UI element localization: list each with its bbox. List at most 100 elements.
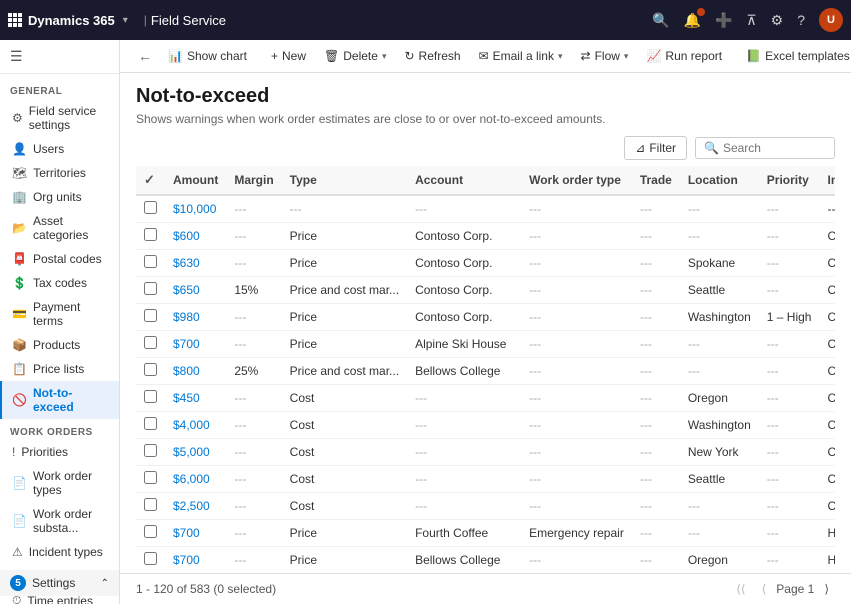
cell-amount[interactable]: $800 [165,358,226,385]
cell-amount[interactable]: $6,000 [165,466,226,493]
th-trade[interactable]: Trade [632,166,680,195]
filter-button[interactable]: ⊿ Filter [624,136,687,160]
cell-checkbox[interactable] [136,547,165,574]
table-row[interactable]: $10,000 --- --- --- --- --- --- --- --- [136,195,835,223]
back-button[interactable]: ← [132,44,158,68]
table-row[interactable]: $2,500 --- Cost --- --- --- --- --- Cool… [136,493,835,520]
sidebar-item-asset-categories[interactable]: 📂Asset categories [0,209,119,247]
search-input[interactable] [723,141,826,155]
cell-amount[interactable]: $700 [165,331,226,358]
excel-templates-button[interactable]: 📗 Excel templates ▾ [738,45,851,67]
app-logo[interactable]: Dynamics 365 ▾ [8,13,128,28]
amount-link[interactable]: $10,000 [173,202,216,216]
sidebar-item-tax-codes[interactable]: 💲Tax codes [0,271,119,295]
table-row[interactable]: $700 --- Price Alpine Ski House --- --- … [136,331,835,358]
row-checkbox[interactable] [144,471,157,484]
settings-icon[interactable]: ⚙ [771,12,784,29]
cell-amount[interactable]: $700 [165,520,226,547]
next-page-button[interactable]: ⟩ [818,580,835,598]
sidebar-item-users[interactable]: 👤Users [0,137,119,161]
th-type[interactable]: Type [282,166,407,195]
cell-amount[interactable]: $2,500 [165,493,226,520]
cell-checkbox[interactable] [136,493,165,520]
sidebar-item-products[interactable]: 📦Products [0,333,119,357]
table-row[interactable]: $6,000 --- Cost --- --- --- Seattle --- … [136,466,835,493]
sidebar-item-not-to-exceed[interactable]: 🚫Not-to-exceed [0,381,119,419]
th-incident-type[interactable]: Incident type ↓ [819,166,835,195]
cell-checkbox[interactable] [136,520,165,547]
cell-checkbox[interactable] [136,358,165,385]
row-checkbox[interactable] [144,255,157,268]
sidebar-item-territories[interactable]: 🗺Territories [0,161,119,185]
new-button[interactable]: + New [263,45,314,67]
sidebar-item-org-units[interactable]: 🏢Org units [0,185,119,209]
row-checkbox[interactable] [144,444,157,457]
sidebar-item-priorities[interactable]: !Priorities [0,440,119,464]
cell-checkbox[interactable] [136,466,165,493]
amount-link[interactable]: $6,000 [173,472,210,486]
add-icon[interactable]: ➕ [715,12,732,29]
amount-link[interactable]: $650 [173,283,200,297]
table-row[interactable]: $700 --- Price Bellows College --- --- O… [136,547,835,574]
cell-amount[interactable]: $10,000 [165,195,226,223]
sidebar-item-incident-types[interactable]: ⚠Incident types [0,540,119,564]
cell-checkbox[interactable] [136,250,165,277]
cell-amount[interactable]: $650 [165,277,226,304]
cell-checkbox[interactable] [136,385,165,412]
table-row[interactable]: $980 --- Price Contoso Corp. --- --- Was… [136,304,835,331]
amount-link[interactable]: $2,500 [173,499,210,513]
cell-checkbox[interactable] [136,277,165,304]
cell-checkbox[interactable] [136,412,165,439]
row-checkbox[interactable] [144,363,157,376]
sidebar-item-payment-terms[interactable]: 💳Payment terms [0,295,119,333]
prev-page-button[interactable]: ⟨ [756,580,773,598]
row-checkbox[interactable] [144,282,157,295]
amount-link[interactable]: $700 [173,526,200,540]
sidebar-item-work-order-substatus[interactable]: 📄Work order substa... [0,502,119,540]
cell-checkbox[interactable] [136,195,165,223]
module-name[interactable]: Field Service [151,13,226,28]
table-row[interactable]: $600 --- Price Contoso Corp. --- --- ---… [136,223,835,250]
cell-checkbox[interactable] [136,304,165,331]
hamburger-icon[interactable]: ☰ [10,48,23,65]
sidebar-item-price-lists[interactable]: 📋Price lists [0,357,119,381]
cell-checkbox[interactable] [136,331,165,358]
table-row[interactable]: $800 25% Price and cost mar... Bellows C… [136,358,835,385]
row-checkbox[interactable] [144,201,157,214]
search-box[interactable]: 🔍 [695,137,835,159]
run-report-button[interactable]: 📈 Run report [638,45,730,67]
th-priority[interactable]: Priority [759,166,820,195]
row-checkbox[interactable] [144,336,157,349]
amount-link[interactable]: $5,000 [173,445,210,459]
sidebar-item-postal-codes[interactable]: 📮Postal codes [0,247,119,271]
cell-amount[interactable]: $450 [165,385,226,412]
help-icon[interactable]: ? [797,12,805,28]
amount-link[interactable]: $700 [173,553,200,567]
th-amount[interactable]: Amount [165,166,226,195]
cell-amount[interactable]: $630 [165,250,226,277]
show-chart-button[interactable]: 📊 Show chart [160,45,255,67]
row-checkbox[interactable] [144,228,157,241]
funnel-icon[interactable]: ⊼ [746,12,756,29]
amount-link[interactable]: $450 [173,391,200,405]
th-margin[interactable]: Margin [226,166,281,195]
first-page-button[interactable]: ⟨⟨ [730,580,751,598]
th-location[interactable]: Location [680,166,759,195]
amount-link[interactable]: $600 [173,229,200,243]
amount-link[interactable]: $630 [173,256,200,270]
row-checkbox[interactable] [144,417,157,430]
cell-checkbox[interactable] [136,223,165,250]
cell-amount[interactable]: $5,000 [165,439,226,466]
cell-amount[interactable]: $700 [165,547,226,574]
cell-amount[interactable]: $4,000 [165,412,226,439]
amount-link[interactable]: $4,000 [173,418,210,432]
row-checkbox[interactable] [144,525,157,538]
row-checkbox[interactable] [144,552,157,565]
cell-amount[interactable]: $600 [165,223,226,250]
row-checkbox[interactable] [144,390,157,403]
amount-link[interactable]: $700 [173,337,200,351]
email-link-button[interactable]: ✉ Email a link ▾ [471,45,571,67]
avatar[interactable]: U [819,8,843,32]
th-work-order-type[interactable]: Work order type [521,166,632,195]
table-row[interactable]: $630 --- Price Contoso Corp. --- --- Spo… [136,250,835,277]
